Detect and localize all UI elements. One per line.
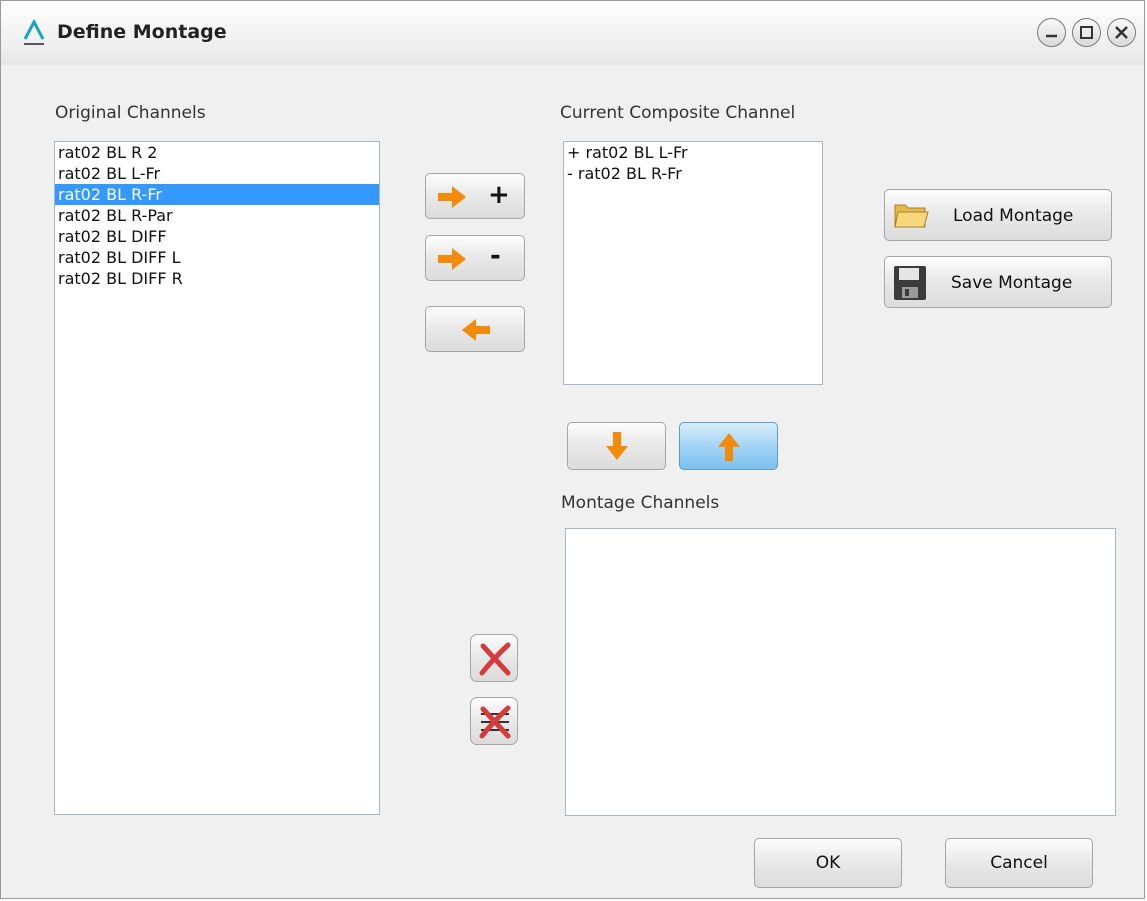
maximize-icon: [1080, 26, 1093, 39]
move-up-button[interactable]: [679, 422, 778, 470]
close-button[interactable]: [1107, 18, 1136, 47]
floppy-disk-icon: [894, 266, 926, 300]
ok-button[interactable]: OK: [754, 838, 902, 888]
delete-x-icon: [479, 642, 511, 676]
montage-channels-list[interactable]: [565, 528, 1116, 816]
load-montage-label: Load Montage: [953, 206, 1074, 226]
add-minus-button[interactable]: -: [425, 235, 525, 281]
delete-channel-button[interactable]: [470, 634, 518, 682]
arrow-down-icon: [606, 432, 628, 460]
define-montage-dialog: Define Montage Original Channels rat02 B…: [0, 0, 1145, 899]
original-channels-list[interactable]: rat02 BL R 2 rat02 BL L-Fr rat02 BL R-Fr ra…: [54, 141, 380, 815]
arrow-up-icon: [718, 433, 740, 461]
plus-label: +: [488, 180, 510, 210]
ok-label: OK: [815, 853, 841, 873]
save-montage-button[interactable]: Save Montage: [884, 256, 1112, 308]
delete-all-channels-button[interactable]: [470, 697, 518, 745]
maximize-button[interactable]: [1072, 18, 1101, 47]
cancel-button[interactable]: Cancel: [945, 838, 1093, 888]
folder-icon: [894, 204, 929, 228]
minus-label: -: [490, 241, 501, 271]
cancel-label: Cancel: [990, 853, 1048, 873]
list-item[interactable]: rat02 BL DIFF L: [55, 247, 379, 268]
close-icon: [1115, 26, 1128, 39]
add-plus-button[interactable]: +: [425, 173, 525, 219]
list-item[interactable]: - rat02 BL R-Fr: [564, 163, 822, 184]
arrow-right-icon: [438, 186, 466, 208]
move-down-button[interactable]: [567, 422, 666, 470]
list-item[interactable]: rat02 BL DIFF: [55, 226, 379, 247]
arrow-right-icon: [438, 248, 466, 270]
list-item[interactable]: + rat02 BL L-Fr: [564, 142, 822, 163]
window-title: Define Montage: [57, 21, 227, 43]
minimize-button[interactable]: [1037, 18, 1066, 47]
delete-all-icon: [479, 705, 511, 739]
list-item[interactable]: rat02 BL L-Fr: [55, 163, 379, 184]
list-item[interactable]: rat02 BL R-Fr: [55, 184, 379, 205]
arrow-left-icon: [462, 319, 490, 341]
composite-channel-label: Current Composite Channel: [560, 103, 796, 123]
remove-from-composite-button[interactable]: [425, 306, 525, 352]
original-channels-label: Original Channels: [55, 103, 206, 123]
list-item[interactable]: rat02 BL R-Par: [55, 205, 379, 226]
save-montage-label: Save Montage: [951, 273, 1073, 293]
list-item[interactable]: rat02 BL DIFF R: [55, 268, 379, 289]
montage-channels-label: Montage Channels: [561, 493, 720, 513]
load-montage-button[interactable]: Load Montage: [884, 189, 1112, 241]
app-logo-icon: [23, 19, 45, 45]
list-item[interactable]: rat02 BL R 2: [55, 142, 379, 163]
minimize-icon: [1046, 34, 1057, 38]
composite-channel-list[interactable]: + rat02 BL L-Fr - rat02 BL R-Fr: [563, 141, 823, 385]
title-bar: Define Montage: [1, 1, 1144, 65]
